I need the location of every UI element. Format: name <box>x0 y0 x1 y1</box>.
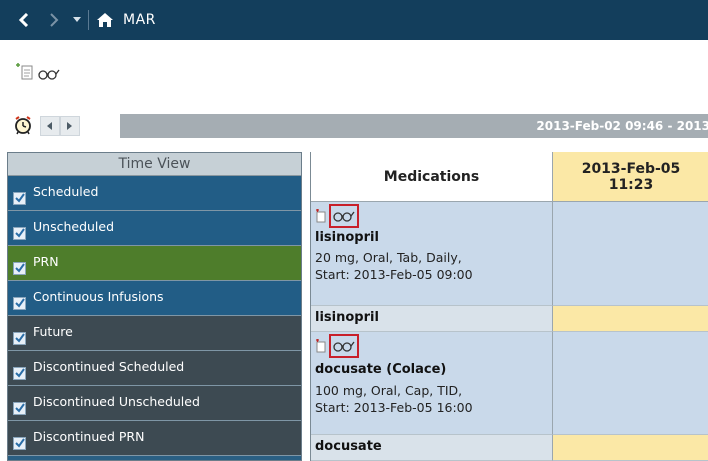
add-document-icon[interactable] <box>15 62 35 84</box>
order-icons <box>315 334 359 358</box>
medication-detail: 20 mg, Oral, Tab, Daily, <box>315 250 462 265</box>
pill-icon <box>316 339 326 353</box>
filter-row[interactable]: Discontinued Scheduled <box>8 351 301 386</box>
filter-label: Scheduled <box>33 183 99 199</box>
checkmark-icon <box>14 403 25 413</box>
filter-checkbox[interactable] <box>13 436 26 450</box>
medication-row[interactable]: lisinopril 20 mg, Oral, Tab, Daily, Star… <box>311 202 553 306</box>
date-range-text: 2013-Feb-02 09:46 - 2013 <box>536 119 708 133</box>
filter-list: Scheduled Unscheduled PRN Continuous Infusi… <box>8 176 301 456</box>
result-cell[interactable] <box>553 435 708 461</box>
filter-checkbox[interactable] <box>13 226 26 240</box>
medication-table: Medications 2013-Feb-05 11:23 lisinopril… <box>310 152 708 461</box>
medication-detail: 100 mg, Oral, Cap, TID, <box>315 383 463 398</box>
checkmark-icon <box>14 193 25 203</box>
filter-label: Continuous Infusions <box>33 288 164 304</box>
filter-checkbox[interactable] <box>13 191 26 205</box>
administration-cell[interactable] <box>553 332 708 435</box>
date-navigation: 2013-Feb-02 09:46 - 2013 <box>0 110 708 142</box>
medication-start: Start: 2013-Feb-05 09:00 <box>315 267 473 282</box>
date-column-date: 2013-Feb-05 <box>581 160 681 177</box>
pill-icon <box>316 209 326 223</box>
history-dropdown-icon[interactable] <box>70 8 84 32</box>
filter-checkbox[interactable] <box>13 401 26 415</box>
next-range-button[interactable] <box>60 116 80 136</box>
filter-row[interactable]: Discontinued PRN <box>8 421 301 456</box>
filter-row[interactable]: Unscheduled <box>8 211 301 246</box>
result-row[interactable]: lisinopril <box>311 306 553 332</box>
reference-glasses-icon[interactable] <box>329 334 359 358</box>
filter-row[interactable]: PRN <box>8 246 301 281</box>
title-bar: MAR <box>0 0 708 40</box>
order-icons <box>315 204 359 228</box>
home-icon[interactable] <box>95 8 115 32</box>
time-view-header: Time View <box>8 153 301 176</box>
date-column-header[interactable]: 2013-Feb-05 11:23 <box>553 152 708 202</box>
filter-row[interactable]: Future <box>8 316 301 351</box>
checkmark-icon <box>14 368 25 378</box>
result-row[interactable]: docusate <box>311 435 553 461</box>
alarm-clock-icon[interactable] <box>13 115 33 135</box>
previous-range-button[interactable] <box>40 116 60 136</box>
medication-start: Start: 2013-Feb-05 16:00 <box>315 400 473 415</box>
filter-label: Discontinued PRN <box>33 428 145 444</box>
medication-name: docusate (Colace) <box>315 362 447 377</box>
filter-row[interactable]: Continuous Infusions <box>8 281 301 316</box>
filter-checkbox[interactable] <box>13 331 26 345</box>
mar-window: MAR 2013-Feb-02 09:46 - 2013 Time View S… <box>0 0 708 461</box>
time-view-panel: Time View Scheduled Unscheduled PRN Continu… <box>7 152 302 461</box>
checkmark-icon <box>14 438 25 448</box>
administration-cell[interactable] <box>553 202 708 306</box>
checkmark-icon <box>14 228 25 238</box>
result-name: lisinopril <box>315 310 379 325</box>
filter-label: Future <box>33 323 73 339</box>
window-title: MAR <box>123 12 156 28</box>
filter-label: Discontinued Unscheduled <box>33 393 200 409</box>
forward-icon[interactable] <box>44 8 64 32</box>
date-column-time: 11:23 <box>608 176 654 193</box>
back-icon[interactable] <box>14 8 34 32</box>
reference-glasses-icon[interactable] <box>329 204 359 228</box>
filter-label: Unscheduled <box>33 218 115 234</box>
result-cell[interactable] <box>553 306 708 332</box>
filter-row[interactable]: Discontinued Unscheduled <box>8 386 301 421</box>
filter-checkbox[interactable] <box>13 261 26 275</box>
filter-label: PRN <box>33 253 59 269</box>
checkmark-icon <box>14 298 25 308</box>
medication-name: lisinopril <box>315 230 379 245</box>
result-name: docusate <box>315 439 382 454</box>
checkmark-icon <box>14 263 25 273</box>
medications-column-header[interactable]: Medications <box>311 152 553 202</box>
toolbar <box>0 40 708 106</box>
glasses-icon[interactable] <box>38 65 60 84</box>
filter-label: Discontinued Scheduled <box>33 358 185 374</box>
filter-row[interactable]: Scheduled <box>8 176 301 211</box>
filter-checkbox[interactable] <box>13 296 26 310</box>
date-arrows <box>40 116 116 136</box>
date-range-bar: 2013-Feb-02 09:46 - 2013 <box>120 114 708 138</box>
medication-row[interactable]: docusate (Colace) 100 mg, Oral, Cap, TID… <box>311 332 553 435</box>
checkmark-icon <box>14 333 25 343</box>
toolbar-separator <box>88 10 89 30</box>
filter-checkbox[interactable] <box>13 366 26 380</box>
